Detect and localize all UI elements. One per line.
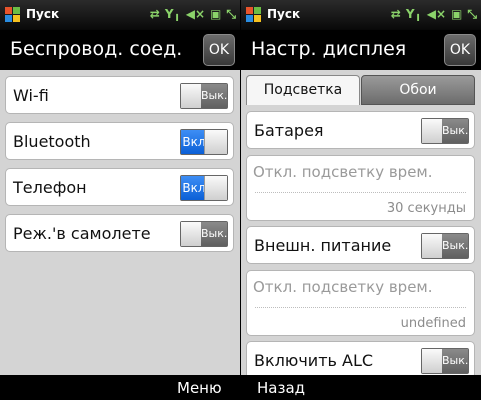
windows-start-icon[interactable] bbox=[245, 6, 262, 23]
tab-wallpaper[interactable]: Обои bbox=[361, 75, 475, 105]
battery-row[interactable]: Батарея Вык. bbox=[246, 111, 475, 149]
wifi-toggle[interactable]: Вык. bbox=[180, 83, 228, 109]
status-icons: ⇄ Y╻ ◀× ▣ ⤡ bbox=[391, 7, 477, 21]
display-settings-content: Подсветка Обои Батарея Вык. Откл. подсве… bbox=[241, 70, 481, 375]
bluetooth-row[interactable]: Bluetooth Вкл bbox=[5, 122, 234, 160]
phone-row[interactable]: Телефон Вкл bbox=[5, 168, 234, 206]
menu-softkey[interactable]: Меню bbox=[177, 379, 222, 397]
alc-toggle[interactable]: Вык. bbox=[421, 348, 469, 374]
toggle-state: Вык. bbox=[442, 349, 468, 373]
display-settings-screen: Пуск ⇄ Y╻ ◀× ▣ ⤡ Настр. дисплея OK Подсв… bbox=[241, 0, 481, 375]
bluetooth-toggle[interactable]: Вкл bbox=[180, 129, 228, 155]
external-power-row[interactable]: Внешн. питание Вык. bbox=[246, 226, 475, 264]
battery-label: Батарея bbox=[254, 121, 324, 140]
battery-toggle[interactable]: Вык. bbox=[421, 118, 469, 144]
softkey-bar: Меню Назад bbox=[0, 375, 481, 400]
external-power-label: Внешн. питание bbox=[254, 236, 392, 255]
status-bar: Пуск ⇄ Y╻ ◀× ▣ ⤡ bbox=[0, 0, 240, 30]
tab-backlight[interactable]: Подсветка bbox=[246, 75, 360, 105]
volume-icon[interactable]: ◀× bbox=[186, 7, 205, 21]
external-power-toggle[interactable]: Вык. bbox=[421, 233, 469, 259]
toggle-state: Вык. bbox=[201, 222, 227, 246]
volume-icon[interactable]: ◀× bbox=[427, 7, 446, 21]
separator bbox=[255, 192, 466, 193]
resize-icon[interactable]: ⤡ bbox=[226, 7, 236, 21]
title-bar: Беспровод. соед. OK bbox=[0, 30, 240, 70]
status-icons: ⇄ Y╻ ◀× ▣ ⤡ bbox=[150, 7, 236, 21]
ok-button[interactable]: OK bbox=[203, 34, 235, 66]
toggle-knob bbox=[204, 130, 227, 154]
page-title: Настр. дисплея bbox=[251, 38, 407, 60]
sync-icon[interactable]: ⇄ bbox=[150, 7, 160, 21]
toggle-state: Вык. bbox=[442, 119, 468, 143]
wireless-screen: Пуск ⇄ Y╻ ◀× ▣ ⤡ Беспровод. соед. OK Wi-… bbox=[0, 0, 240, 375]
backlight-panel: Батарея Вык. Откл. подсветку врем. 30 се… bbox=[241, 105, 481, 375]
back-softkey[interactable]: Назад bbox=[257, 379, 305, 397]
external-timeout-label: Откл. подсветку врем. bbox=[253, 278, 433, 296]
title-bar: Настр. дисплея OK bbox=[241, 30, 481, 70]
battery-icon[interactable]: ▣ bbox=[451, 7, 462, 21]
bluetooth-label: Bluetooth bbox=[13, 132, 91, 151]
resize-icon[interactable]: ⤡ bbox=[467, 7, 477, 21]
airplane-mode-row[interactable]: Реж.'в самолете Вык. bbox=[5, 214, 234, 252]
sync-icon[interactable]: ⇄ bbox=[391, 7, 401, 21]
battery-icon[interactable]: ▣ bbox=[210, 7, 221, 21]
start-label[interactable]: Пуск bbox=[267, 7, 300, 21]
airplane-mode-toggle[interactable]: Вык. bbox=[180, 221, 228, 247]
alc-row[interactable]: Включить ALC Вык. bbox=[246, 341, 475, 375]
separator bbox=[255, 307, 466, 308]
wifi-row[interactable]: Wi-fi Вык. bbox=[5, 76, 234, 114]
airplane-mode-label: Реж.'в самолете bbox=[13, 224, 151, 243]
page-title: Беспровод. соед. bbox=[10, 38, 183, 60]
start-label[interactable]: Пуск bbox=[26, 7, 59, 21]
signal-icon[interactable]: Y╻ bbox=[165, 7, 181, 21]
external-timeout-setting[interactable]: Откл. подсветку врем. undefined bbox=[246, 270, 475, 336]
tab-strip: Подсветка Обои bbox=[241, 70, 481, 106]
wifi-label: Wi-fi bbox=[13, 86, 49, 105]
alc-label: Включить ALC bbox=[254, 351, 374, 370]
status-bar: Пуск ⇄ Y╻ ◀× ▣ ⤡ bbox=[241, 0, 481, 30]
external-timeout-value: undefined bbox=[400, 316, 466, 331]
battery-timeout-setting[interactable]: Откл. подсветку врем. 30 секунды bbox=[246, 155, 475, 221]
toggle-state: Вык. bbox=[442, 234, 468, 258]
toggle-state: Вык. bbox=[201, 84, 227, 108]
wireless-list: Wi-fi Вык. Bluetooth Вкл Телефон Вкл Реж… bbox=[0, 70, 240, 375]
phone-label: Телефон bbox=[13, 178, 87, 197]
battery-timeout-value: 30 секунды bbox=[386, 201, 466, 216]
phone-toggle[interactable]: Вкл bbox=[180, 175, 228, 201]
toggle-knob bbox=[204, 176, 227, 200]
signal-icon[interactable]: Y╻ bbox=[406, 7, 422, 21]
ok-button[interactable]: OK bbox=[444, 34, 476, 66]
windows-start-icon[interactable] bbox=[4, 6, 21, 23]
battery-timeout-label: Откл. подсветку врем. bbox=[253, 163, 433, 181]
